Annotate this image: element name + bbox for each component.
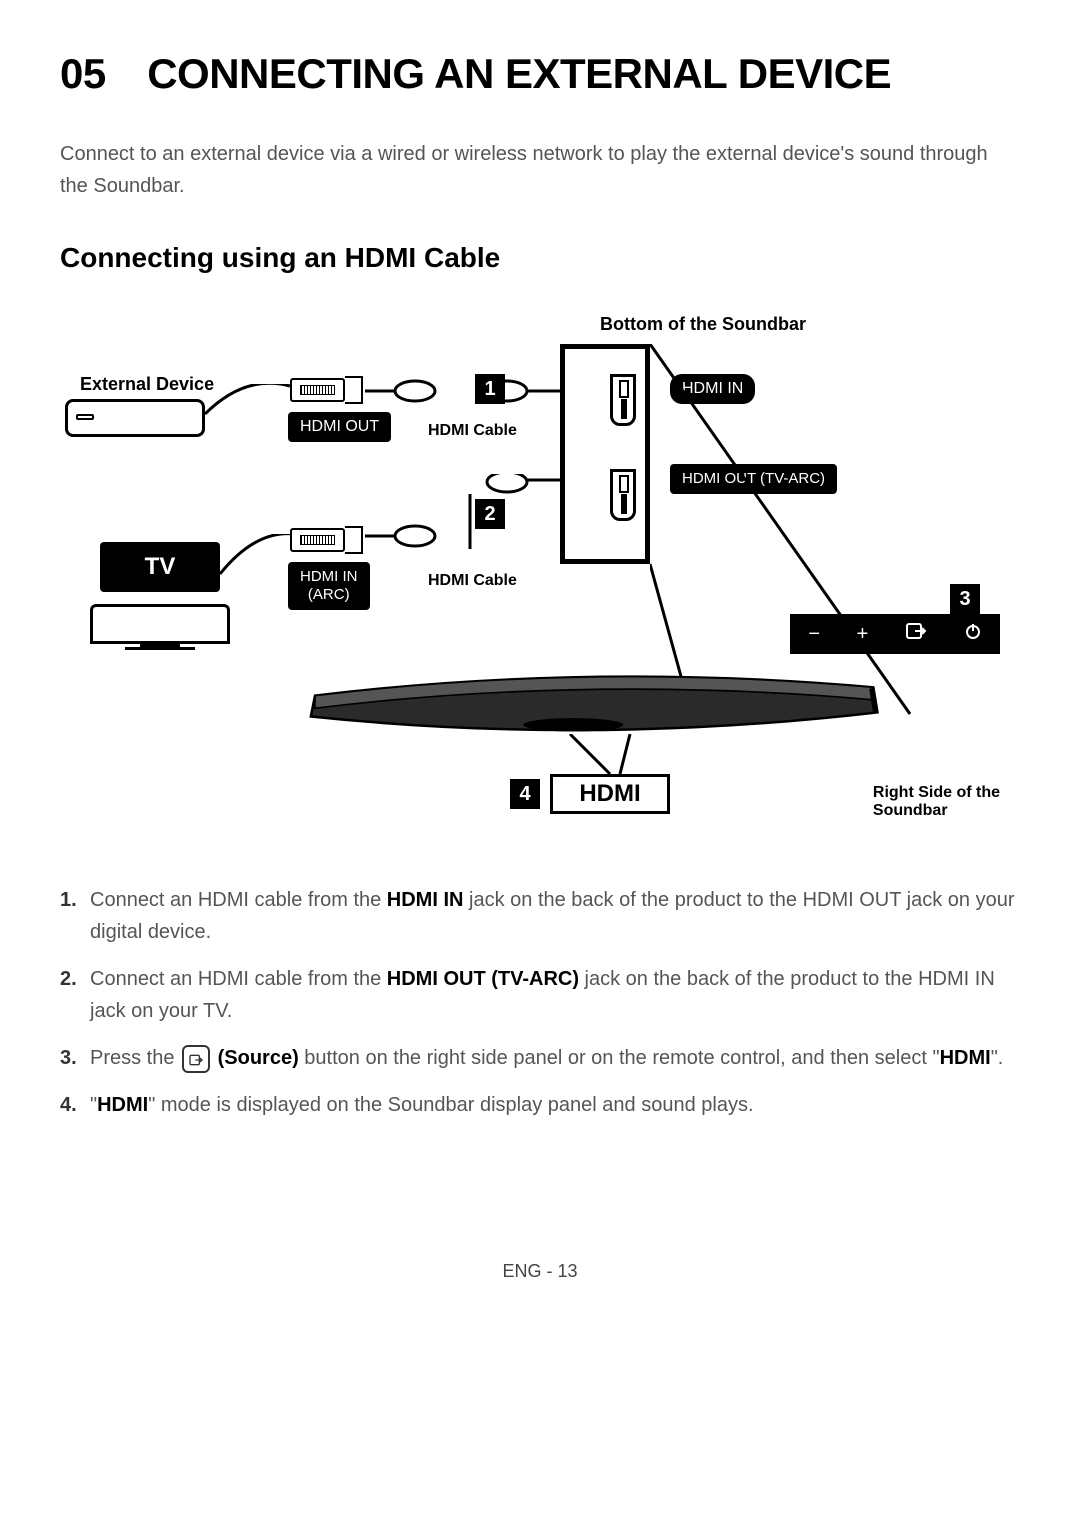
hdmi-in-arc-label: HDMI IN(ARC) — [288, 562, 370, 610]
instruction-text: Connect an HDMI cable from the HDMI OUT … — [90, 963, 1020, 1027]
instruction-num: 4. — [60, 1089, 90, 1121]
connection-diagram: Bottom of the Soundbar External Device H… — [60, 304, 1020, 854]
cable-2 — [365, 474, 565, 554]
tv-label: TV — [100, 542, 220, 592]
hdmi-display: HDMI — [550, 774, 670, 814]
page-footer: ENG - 13 — [60, 1261, 1020, 1282]
hdmi-connector-left-1 — [290, 376, 363, 404]
source-icon — [905, 622, 927, 640]
instruction-1: 1. Connect an HDMI cable from the HDMI I… — [60, 884, 1020, 948]
cable-1 — [365, 379, 565, 409]
hdmi-in-port — [610, 374, 636, 426]
soundbar-back-panel — [560, 344, 650, 564]
device-slot-icon — [76, 414, 94, 420]
badge-4: 4 — [510, 779, 540, 809]
instruction-text: Connect an HDMI cable from the HDMI IN j… — [90, 884, 1020, 948]
intro-text: Connect to an external device via a wire… — [60, 138, 1020, 202]
tv-box — [90, 604, 230, 644]
instruction-3: 3. Press the (Source) button on the righ… — [60, 1042, 1020, 1074]
external-device-label: External Device — [80, 374, 214, 395]
instruction-num: 1. — [60, 884, 90, 948]
hdmi-cable-label-1: HDMI Cable — [428, 422, 517, 440]
bottom-soundbar-label: Bottom of the Soundbar — [600, 314, 806, 335]
instruction-num: 3. — [60, 1042, 90, 1074]
badge-1: 1 — [475, 374, 505, 404]
badge-2: 2 — [475, 499, 505, 529]
instruction-4: 4. "HDMI" mode is displayed on the Sound… — [60, 1089, 1020, 1121]
volume-up-button[interactable]: + — [857, 623, 869, 646]
hdmi-connector-left-2 — [290, 526, 363, 554]
power-button[interactable] — [964, 622, 982, 646]
instruction-text: Press the (Source) button on the right s… — [90, 1042, 1003, 1074]
hdmi-out-port — [610, 469, 636, 521]
curve-line-1 — [205, 384, 295, 444]
side-panel-buttons: − + — [790, 614, 1000, 654]
instruction-2: 2. Connect an HDMI cable from the HDMI O… — [60, 963, 1020, 1027]
hdmi-cable-label-2: HDMI Cable — [428, 572, 517, 590]
tv-stand-base — [125, 647, 195, 650]
external-device-box — [65, 399, 205, 437]
badge-3: 3 — [950, 584, 980, 614]
section-title: Connecting using an HDMI Cable — [60, 242, 1020, 274]
right-side-label: Right Side of theSoundbar — [873, 784, 1000, 820]
volume-down-button[interactable]: − — [808, 623, 820, 646]
instructions-list: 1. Connect an HDMI cable from the HDMI I… — [60, 884, 1020, 1121]
power-icon — [964, 622, 982, 640]
source-button[interactable] — [905, 622, 927, 646]
instruction-text: "HDMI" mode is displayed on the Soundbar… — [90, 1089, 754, 1121]
instruction-num: 2. — [60, 963, 90, 1027]
source-icon-inline — [182, 1045, 210, 1073]
hdmi-out-label: HDMI OUT — [288, 412, 391, 442]
page-title: 05 CONNECTING AN EXTERNAL DEVICE — [60, 50, 1020, 98]
